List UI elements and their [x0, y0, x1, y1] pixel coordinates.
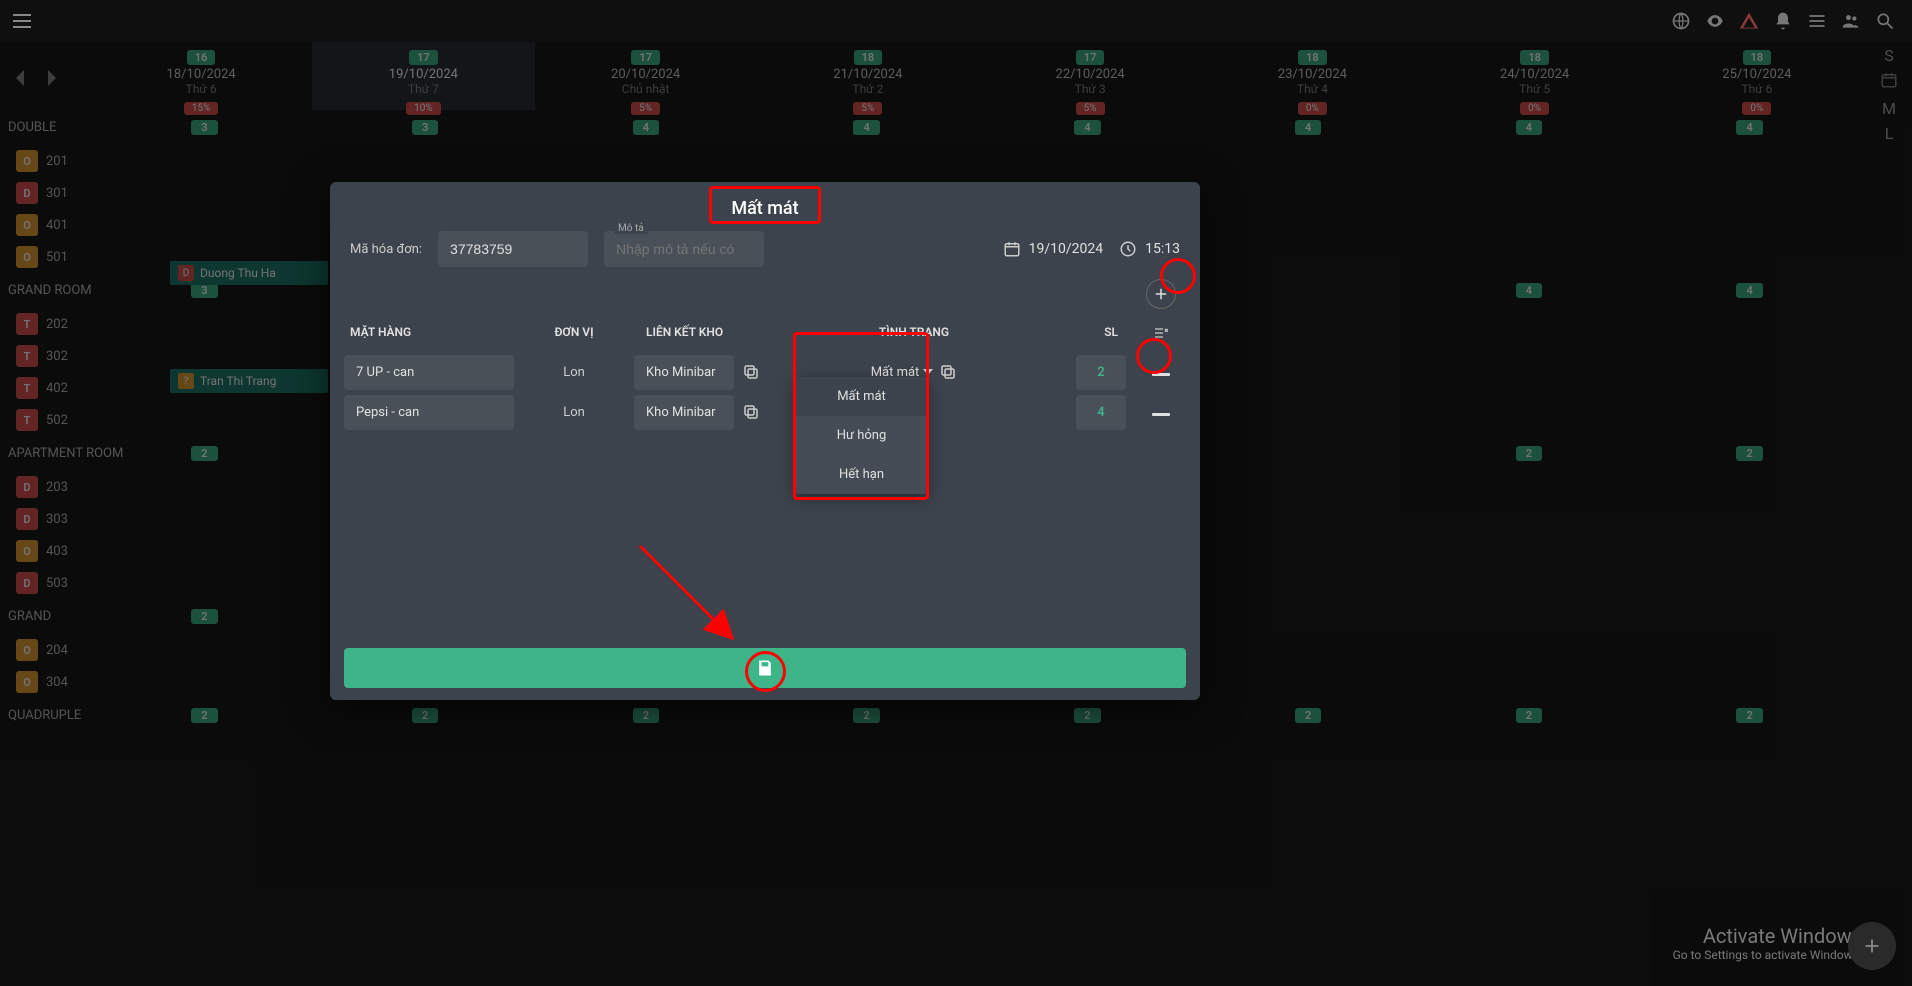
modal-header-row: Mã hóa đơn: Mô tả 19/10/2024 15:13 [330, 231, 1200, 279]
description-input[interactable] [604, 231, 764, 267]
invoice-input[interactable] [438, 231, 588, 267]
globe-icon[interactable] [1670, 10, 1692, 32]
desc-float-label: Mô tả [614, 223, 648, 234]
table-row: Pepsi - can Lon Kho Minibar 4 [344, 392, 1186, 432]
modal-title: Mất mát [330, 182, 1200, 231]
col-qty: SL [1004, 325, 1136, 344]
status-dropdown: Mất mátHư hỏngHết hạn [795, 377, 928, 494]
col-warehouse: LIÊN KẾT KHO [634, 325, 824, 344]
warehouse-select[interactable]: Kho Minibar [634, 395, 734, 430]
col-item: MẶT HÀNG [344, 325, 514, 344]
dropdown-option[interactable]: Hết hạn [795, 455, 928, 494]
warehouse-select[interactable]: Kho Minibar [634, 355, 734, 390]
loss-modal: Mất mát Mã hóa đơn: Mô tả 19/10/2024 15:… [330, 182, 1200, 700]
copy-icon[interactable] [939, 363, 957, 381]
table-header: MẶT HÀNG ĐƠN VỊ LIÊN KẾT KHO TÌNH TRẠNG … [344, 317, 1186, 352]
table-row: 7 UP - can Lon Kho Minibar Mất mát 2 [344, 352, 1186, 392]
invoice-label: Mã hóa đơn: [350, 242, 422, 257]
col-status: TÌNH TRẠNG [824, 325, 1004, 344]
unit-cell: Lon [514, 365, 634, 380]
fab-add-button[interactable] [1848, 922, 1896, 970]
item-select[interactable]: 7 UP - can [344, 355, 514, 390]
menu-lines-icon[interactable] [1806, 10, 1828, 32]
copy-icon[interactable] [742, 403, 760, 421]
remove-row-button[interactable] [1152, 373, 1170, 376]
col-clear[interactable] [1136, 325, 1186, 344]
time-display[interactable]: 15:13 [1119, 240, 1180, 258]
warning-icon[interactable] [1738, 10, 1760, 32]
save-button[interactable] [344, 648, 1186, 688]
bell-icon[interactable] [1772, 10, 1794, 32]
unit-cell: Lon [514, 405, 634, 420]
windows-watermark: Activate Windows Go to Settings to activ… [1673, 924, 1862, 962]
remove-row-button[interactable] [1152, 413, 1170, 416]
search-icon[interactable] [1874, 10, 1896, 32]
col-unit: ĐƠN VỊ [514, 325, 634, 344]
qty-input[interactable]: 2 [1076, 355, 1126, 390]
eye-icon[interactable] [1704, 10, 1726, 32]
hamburger-icon[interactable] [10, 9, 34, 33]
item-select[interactable]: Pepsi - can [344, 395, 514, 430]
date-display[interactable]: 19/10/2024 [1003, 240, 1104, 258]
add-row-button[interactable] [1146, 279, 1176, 309]
copy-icon[interactable] [742, 363, 760, 381]
group-icon[interactable] [1840, 10, 1862, 32]
dropdown-option[interactable]: Hư hỏng [795, 416, 928, 455]
calendar-wrap: 1618/10/2024Thứ 615%1719/10/2024Thứ 710%… [0, 42, 1912, 986]
qty-input[interactable]: 4 [1076, 395, 1126, 430]
top-bar [0, 0, 1912, 42]
dropdown-option[interactable]: Mất mát [795, 377, 928, 416]
